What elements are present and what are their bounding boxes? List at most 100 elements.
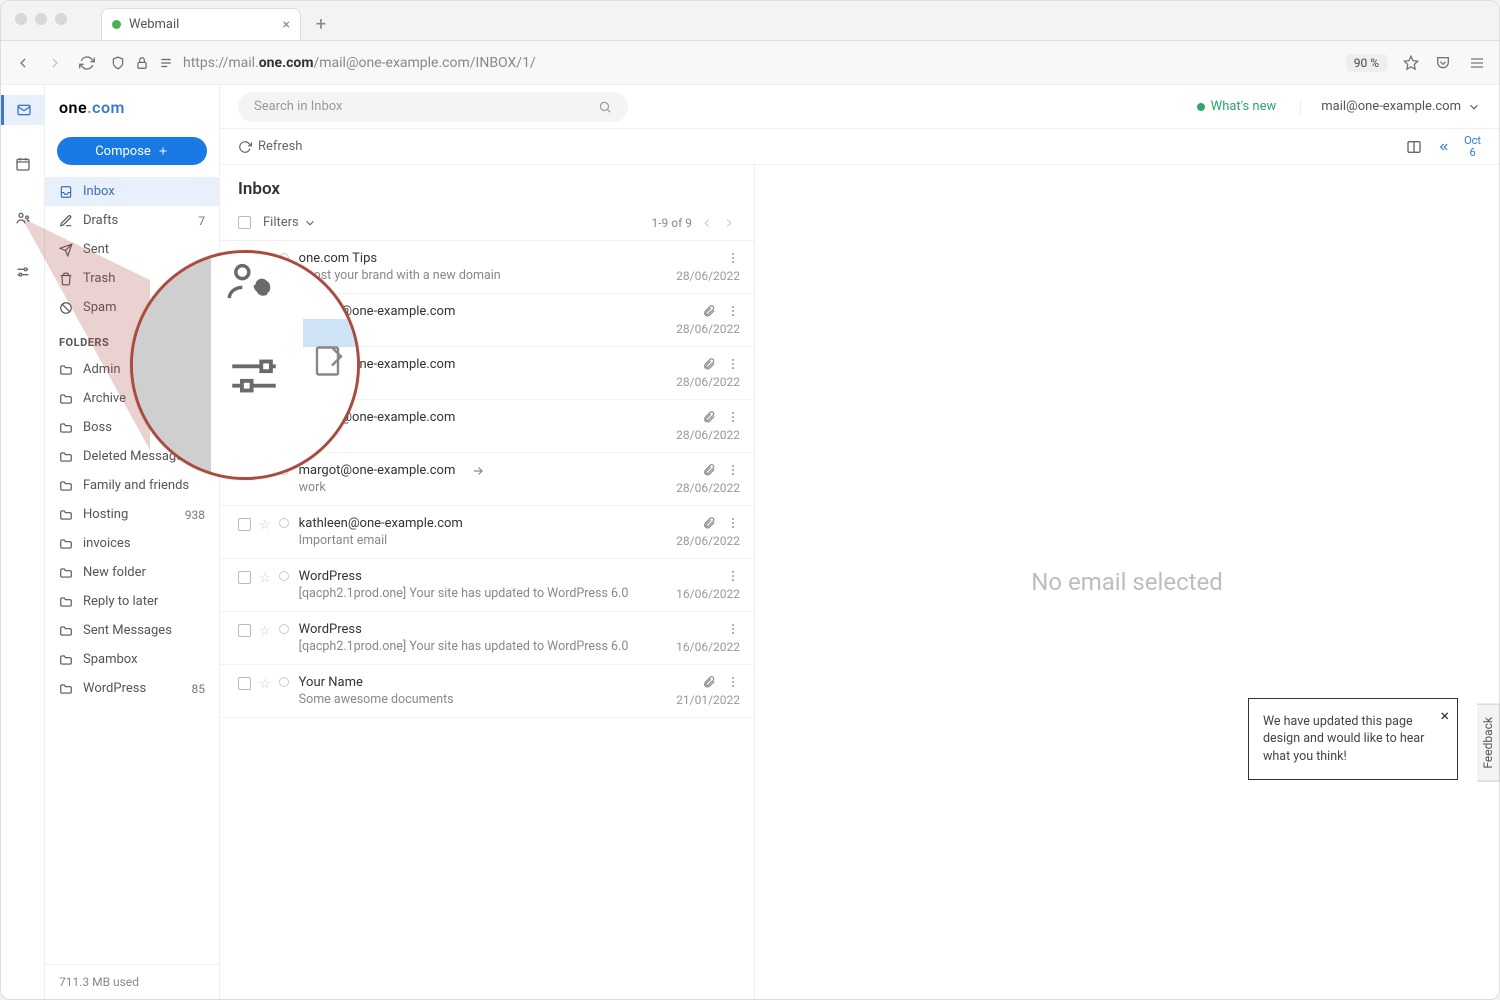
- unread-icon[interactable]: [279, 518, 289, 528]
- window-close[interactable]: [15, 13, 27, 25]
- folder-spambox[interactable]: Spambox: [45, 645, 219, 674]
- reload-button[interactable]: [79, 55, 95, 71]
- shield-icon: [111, 56, 125, 70]
- msg-checkbox[interactable]: [238, 518, 251, 531]
- browser-tabbar: Webmail × +: [1, 1, 1499, 41]
- msg-menu[interactable]: [726, 463, 740, 477]
- msg-menu[interactable]: [726, 516, 740, 530]
- msg-date: 28/06/2022: [676, 481, 740, 495]
- window-minimize[interactable]: [35, 13, 47, 25]
- settings-icon-large: [225, 347, 283, 405]
- plus-icon: [157, 145, 169, 157]
- msg-checkbox[interactable]: [238, 677, 251, 690]
- tab-close-icon[interactable]: ×: [283, 17, 290, 33]
- star-icon[interactable]: ☆: [259, 677, 271, 692]
- search-input[interactable]: Search in Inbox: [238, 92, 628, 122]
- new-tab-button[interactable]: +: [307, 10, 335, 38]
- favicon-icon: [112, 20, 121, 29]
- msg-date: 28/06/2022: [676, 428, 740, 442]
- msg-sender: WordPress: [299, 622, 650, 637]
- folder-drafts[interactable]: Drafts7: [45, 206, 219, 235]
- msg-menu[interactable]: [726, 622, 740, 636]
- message-row[interactable]: ☆Your NameSome awesome documents21/01/20…: [220, 665, 754, 718]
- unread-icon[interactable]: [279, 571, 289, 581]
- msg-menu[interactable]: [726, 357, 740, 371]
- back-button[interactable]: [15, 55, 31, 71]
- collapse-icon[interactable]: [1436, 140, 1450, 154]
- pocket-icon[interactable]: [1435, 55, 1451, 71]
- sidebar: one.com Compose InboxDrafts7SentTrashSpa…: [45, 85, 220, 999]
- folder-inbox[interactable]: Inbox: [45, 177, 219, 206]
- msg-date: 16/06/2022: [676, 587, 740, 601]
- forward-icon: [471, 464, 485, 478]
- msg-subject: Some awesome documents: [299, 692, 650, 707]
- attachment-icon: [702, 516, 716, 530]
- window-maximize[interactable]: [55, 13, 67, 25]
- feedback-tab[interactable]: Feedback: [1477, 704, 1500, 782]
- bookmark-icon[interactable]: [1403, 55, 1419, 71]
- whats-new-link[interactable]: What's new: [1197, 99, 1277, 114]
- rail-mail[interactable]: [1, 95, 45, 125]
- attachment-icon: [702, 304, 716, 318]
- attachment-icon: [702, 463, 716, 477]
- msg-menu[interactable]: [726, 251, 740, 265]
- msg-menu[interactable]: [726, 410, 740, 424]
- chevron-down-icon: [303, 216, 317, 230]
- pager-next[interactable]: [722, 216, 736, 230]
- select-all-checkbox[interactable]: [238, 216, 251, 229]
- account-menu[interactable]: mail@one-example.com: [1300, 99, 1481, 114]
- browser-tab[interactable]: Webmail ×: [101, 8, 301, 40]
- attachment-icon: [702, 410, 716, 424]
- pager-prev[interactable]: [700, 216, 714, 230]
- date-pill[interactable]: Oct6: [1464, 135, 1481, 159]
- refresh-button[interactable]: Refresh: [238, 139, 302, 154]
- rail-contacts[interactable]: [1, 203, 45, 233]
- msg-checkbox[interactable]: [238, 624, 251, 637]
- unread-icon[interactable]: [279, 624, 289, 634]
- app-header: Search in Inbox What's new mail@one-exam…: [220, 85, 1499, 129]
- attachment-icon: [702, 357, 716, 371]
- layout-toggle-icon[interactable]: [1406, 139, 1422, 155]
- storage-used: 711.3 MB used: [45, 964, 219, 999]
- msg-date: 28/06/2022: [676, 534, 740, 548]
- star-icon[interactable]: ☆: [259, 571, 271, 586]
- msg-subject: [qacph2.1prod.one] Your site has updated…: [299, 639, 650, 654]
- folder-hosting[interactable]: Hosting938: [45, 500, 219, 529]
- folder-new-folder[interactable]: New folder: [45, 558, 219, 587]
- star-icon[interactable]: ☆: [259, 518, 271, 533]
- pager-text: 1-9 of 9: [651, 216, 692, 230]
- unread-icon[interactable]: [279, 677, 289, 687]
- forward-button[interactable]: [47, 55, 63, 71]
- menu-icon[interactable]: [1469, 55, 1485, 71]
- message-row[interactable]: ☆ WordPress [qacph2.1prod.one] Your site h…: [220, 612, 754, 665]
- search-icon: [598, 100, 612, 114]
- filters-dropdown[interactable]: Filters: [263, 215, 317, 230]
- folder-wordpress[interactable]: WordPress85: [45, 674, 219, 703]
- lock-icon: [135, 56, 149, 70]
- msg-menu[interactable]: [726, 569, 740, 583]
- msg-subject: Important email: [299, 533, 650, 548]
- brand-logo: one.com: [45, 85, 219, 129]
- msg-sender: kathleen@one-example.com: [299, 516, 650, 531]
- zoom-badge[interactable]: 90 %: [1346, 54, 1387, 72]
- folder-sent-messages[interactable]: Sent Messages: [45, 616, 219, 645]
- folder-invoices[interactable]: invoices: [45, 529, 219, 558]
- status-dot-icon: [1197, 103, 1205, 111]
- viewer-pane: No email selected: [755, 165, 1499, 999]
- magnifier-callout: @: [130, 250, 360, 480]
- message-row[interactable]: ☆WordPress[qacph2.1prod.one] Your site h…: [220, 559, 754, 612]
- compose-button[interactable]: Compose: [57, 137, 207, 165]
- star-icon[interactable]: ☆: [259, 624, 271, 639]
- msg-checkbox[interactable]: [238, 571, 251, 584]
- feedback-close[interactable]: ×: [1440, 705, 1449, 727]
- address-bar[interactable]: https://mail.one.com/mail@one-example.co…: [111, 55, 1330, 71]
- msg-menu[interactable]: [726, 675, 740, 689]
- msg-menu[interactable]: [726, 304, 740, 318]
- permissions-icon: [159, 56, 173, 70]
- list-title: Inbox: [238, 179, 736, 199]
- list-toolbar: Refresh Oct6: [220, 129, 1499, 165]
- rail-calendar[interactable]: [1, 149, 45, 179]
- rail-settings[interactable]: [1, 257, 45, 287]
- folder-reply-to-later[interactable]: Reply to later: [45, 587, 219, 616]
- message-row[interactable]: ☆ kathleen@one-example.com Important email…: [220, 506, 754, 559]
